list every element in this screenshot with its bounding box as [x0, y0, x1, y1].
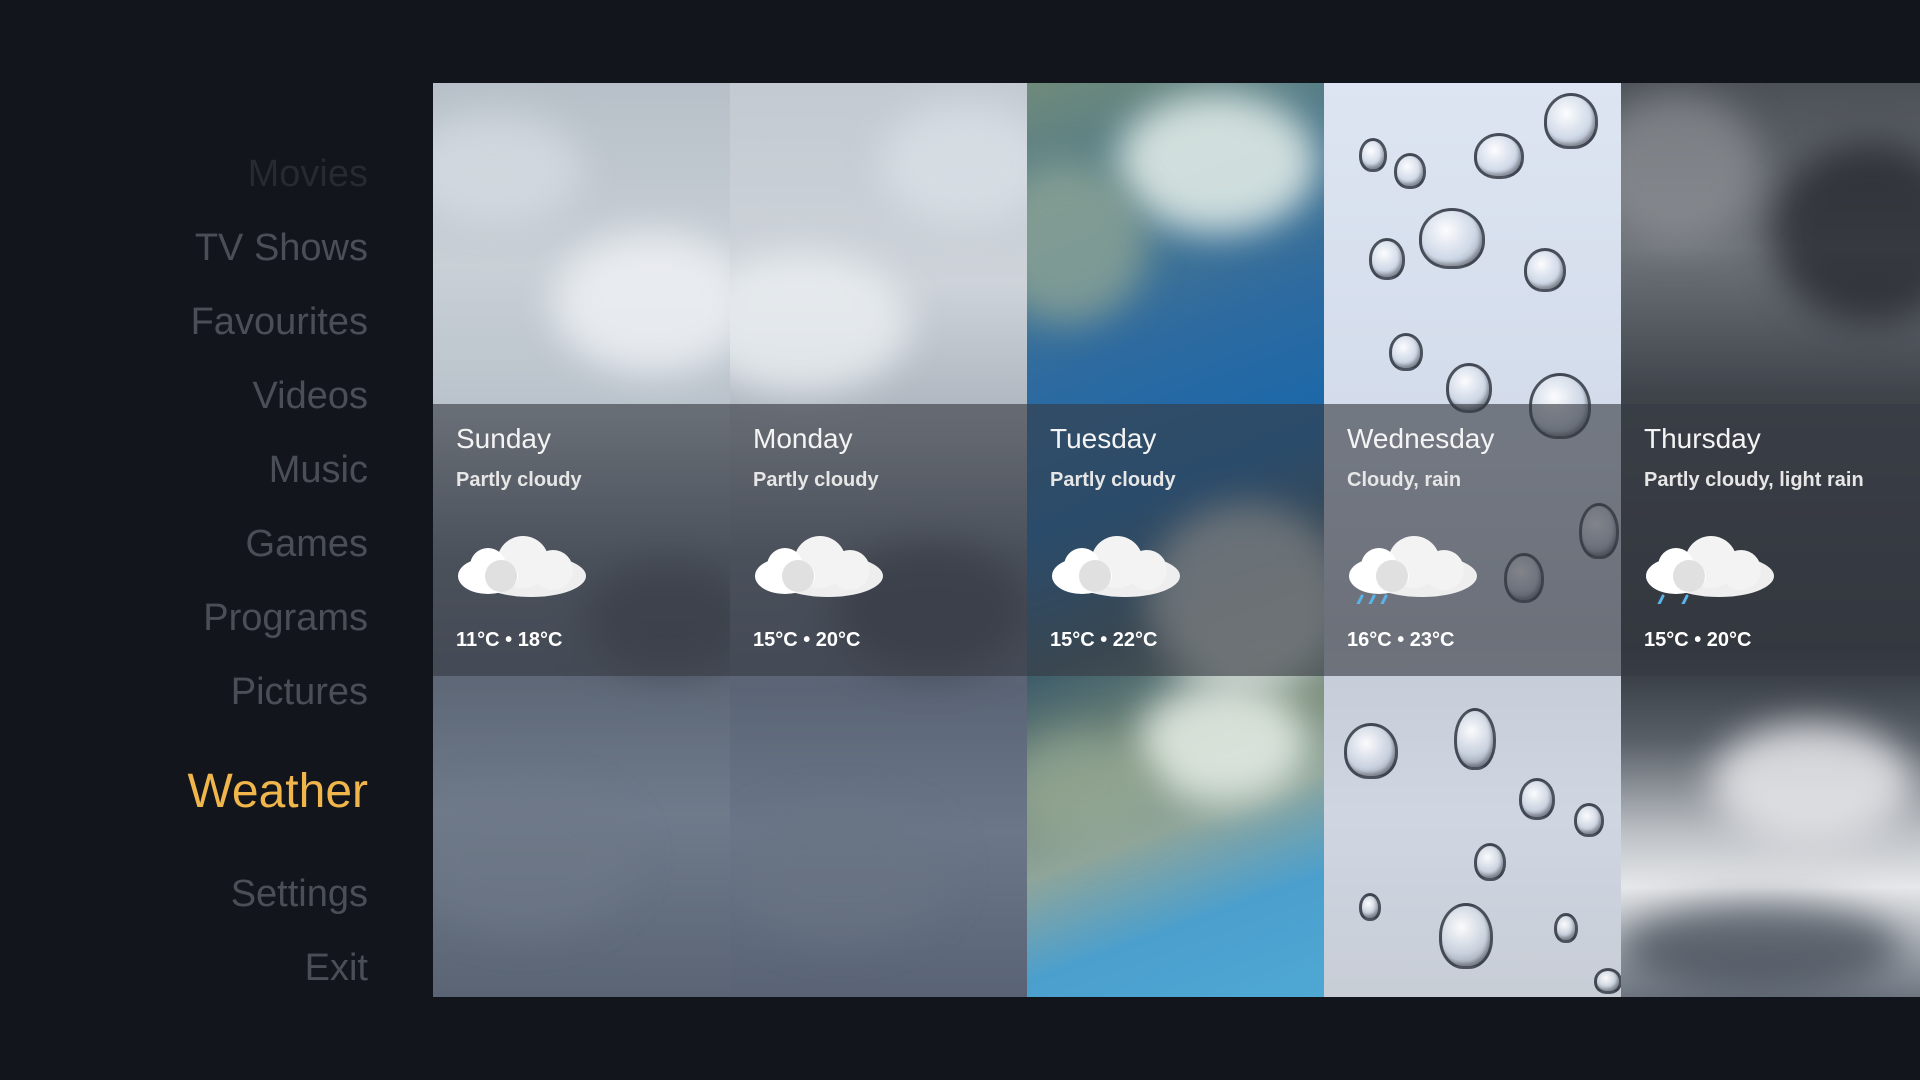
menu-item-games[interactable]: Games	[246, 525, 368, 563]
day-condition: Partly cloudy, light rain	[1644, 469, 1864, 491]
partly-cloudy-icon	[755, 536, 883, 597]
day-name: Wednesday	[1347, 423, 1495, 454]
partly-cloudy-icon	[1052, 536, 1180, 597]
menu-item-weather[interactable]: Weather	[187, 768, 368, 816]
forecast-day-sunday[interactable]: Sunday Partly cloudy 11°C • 18°C	[433, 83, 730, 997]
day-condition: Partly cloudy	[1050, 469, 1176, 491]
forecast-day-tuesday[interactable]: Tuesday Partly cloudy 15°C • 22°C	[1027, 83, 1324, 997]
day-temperature: 15°C • 20°C	[1644, 629, 1752, 651]
menu-item-pictures[interactable]: Pictures	[231, 673, 368, 711]
menu-item-music[interactable]: Music	[269, 451, 368, 489]
day-name: Monday	[753, 423, 853, 454]
menu-item-favourites[interactable]: Favourites	[191, 303, 368, 341]
weather-app: Movies TV Shows Favourites Videos Music …	[0, 0, 1920, 1080]
forecast-info: Wednesday Cloudy, rain 16°C • 23°C	[1324, 404, 1621, 676]
forecast-day-thursday[interactable]: Thursday Partly cloudy, light rain 15°C …	[1621, 83, 1920, 997]
forecast-info: Thursday Partly cloudy, light rain 15°C …	[1621, 404, 1920, 676]
day-name: Sunday	[456, 423, 551, 454]
forecast-grid: Sunday Partly cloudy 11°C • 18°C Monday …	[433, 83, 1920, 997]
day-condition: Cloudy, rain	[1347, 469, 1462, 491]
menu-item-tv-shows[interactable]: TV Shows	[195, 229, 368, 267]
day-temperature: 11°C • 18°C	[456, 629, 563, 651]
menu-item-videos[interactable]: Videos	[252, 377, 368, 415]
partly-cloudy-icon	[458, 536, 586, 597]
menu-item-exit[interactable]: Exit	[305, 949, 368, 987]
light-rain-icon	[1646, 536, 1774, 604]
day-name: Thursday	[1644, 423, 1761, 454]
forecast-day-monday[interactable]: Monday Partly cloudy 15°C • 20°C	[730, 83, 1027, 997]
forecast-info: Monday Partly cloudy 15°C • 20°C	[730, 404, 1027, 676]
menu-item-programs[interactable]: Programs	[203, 599, 368, 637]
cloudy-rain-icon	[1349, 536, 1477, 604]
day-name: Tuesday	[1050, 423, 1157, 454]
day-temperature: 15°C • 22°C	[1050, 629, 1158, 651]
day-temperature: 16°C • 23°C	[1347, 629, 1455, 651]
forecast-day-wednesday[interactable]: Wednesday Cloudy, rain 16°C • 23°C	[1324, 83, 1621, 997]
main-menu: Movies TV Shows Favourites Videos Music …	[0, 0, 420, 1080]
menu-item-movies[interactable]: Movies	[248, 155, 368, 193]
day-temperature: 15°C • 20°C	[753, 629, 861, 651]
day-condition: Partly cloudy	[753, 469, 879, 491]
menu-item-settings[interactable]: Settings	[231, 875, 368, 913]
day-condition: Partly cloudy	[456, 469, 582, 491]
forecast-info: Tuesday Partly cloudy 15°C • 22°C	[1027, 404, 1324, 676]
forecast-info: Sunday Partly cloudy 11°C • 18°C	[433, 404, 730, 676]
